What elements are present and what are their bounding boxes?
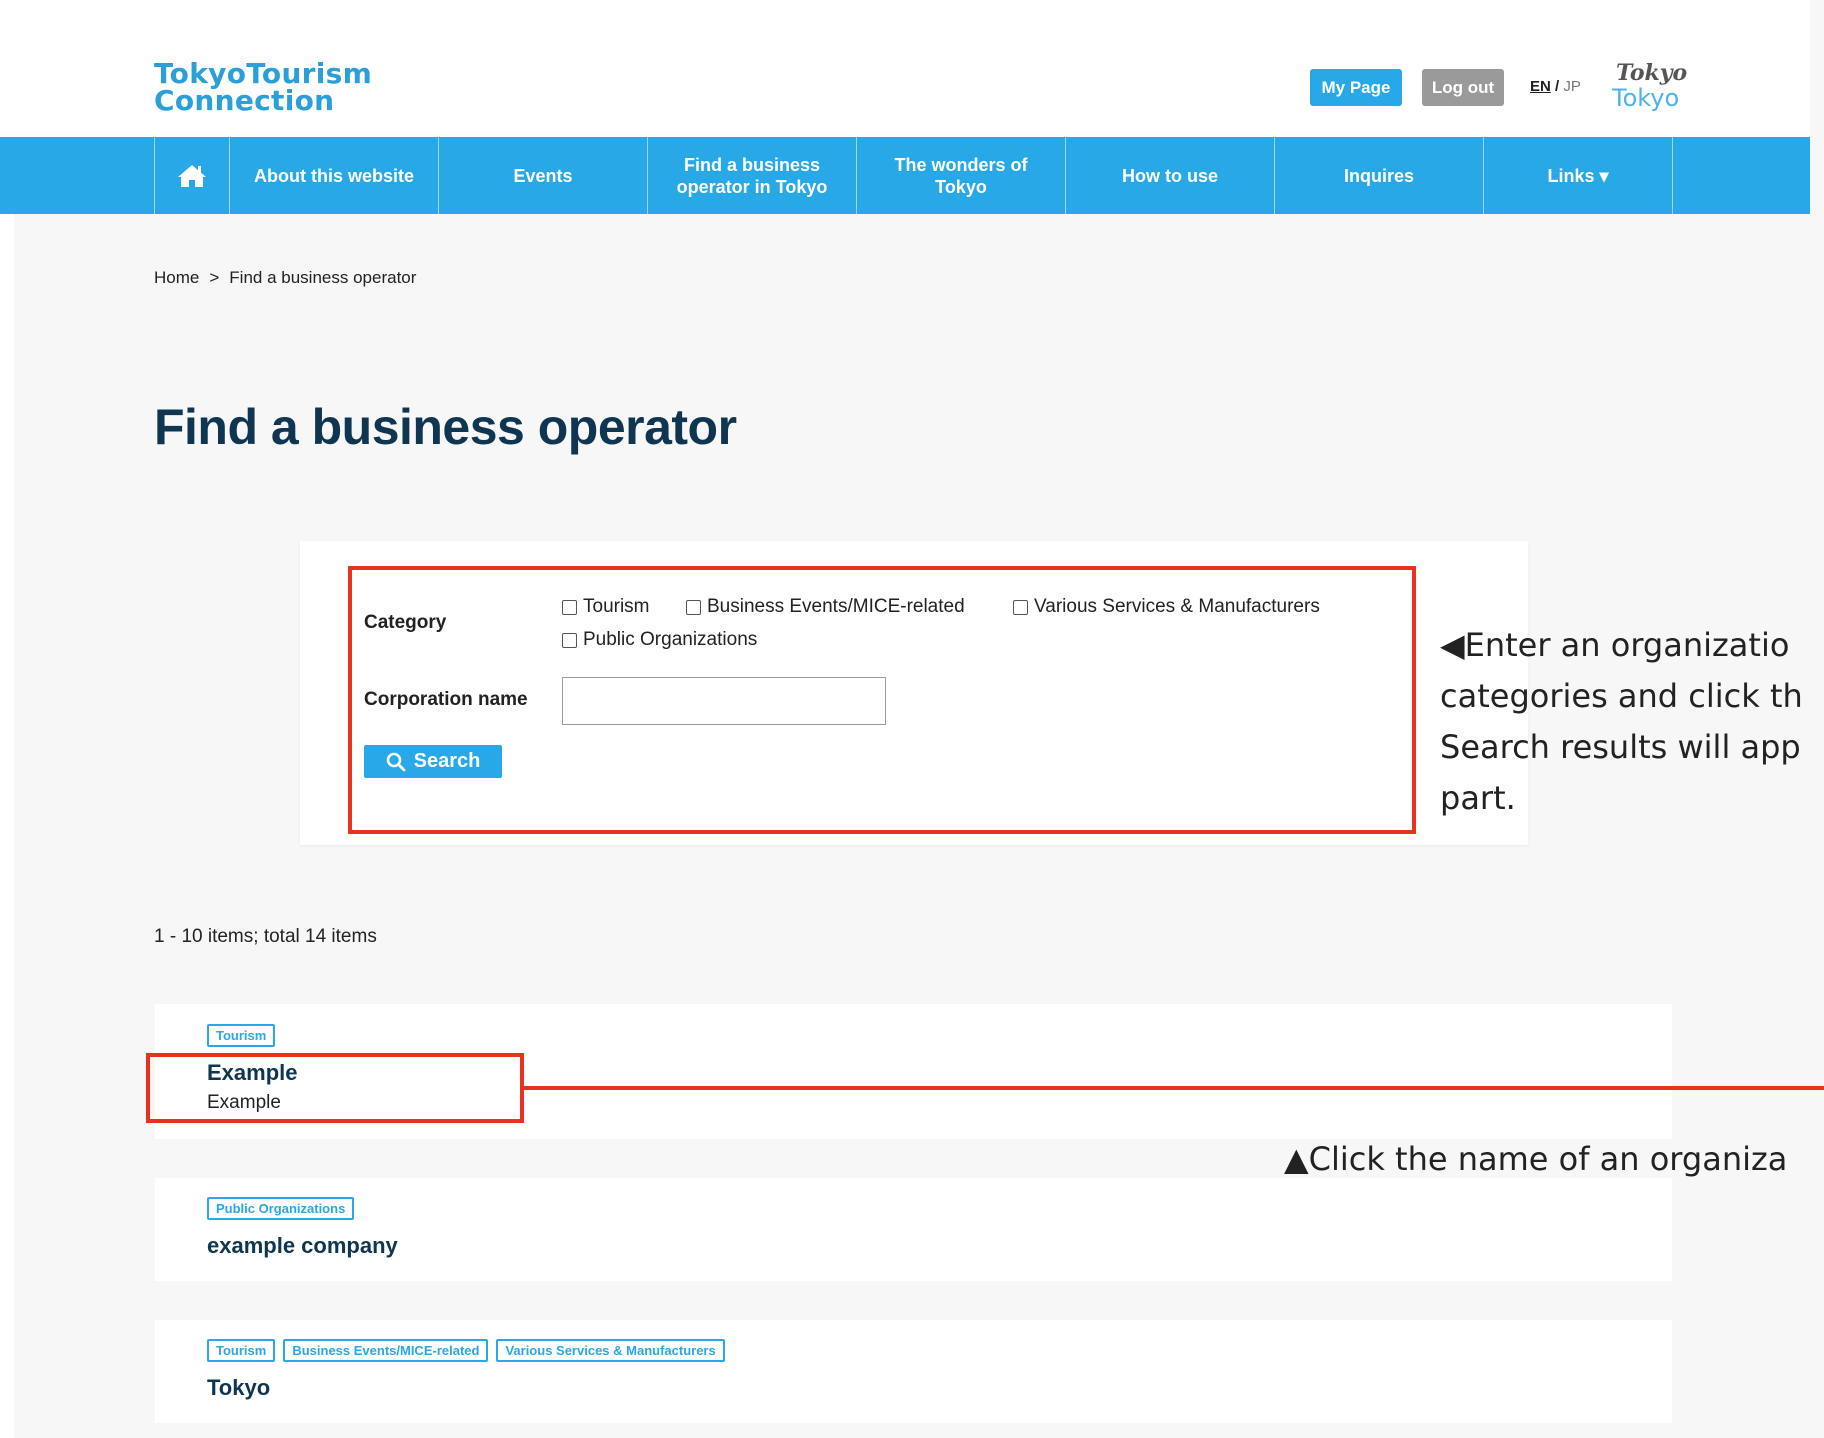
result-tags: Tourism Business Events/MICE-related Var… (207, 1339, 733, 1362)
result-card: Tourism Business Events/MICE-related Var… (155, 1320, 1672, 1423)
category-tag: Various Services & Manufacturers (496, 1339, 725, 1362)
category-checkbox-tourism[interactable]: Tourism (562, 596, 650, 618)
result-name-link[interactable]: Tokyo (207, 1375, 270, 1401)
lang-separator: / (1555, 78, 1560, 95)
nav-events[interactable]: Events (438, 137, 647, 214)
search-button[interactable]: Search (364, 745, 502, 778)
breadcrumb-separator: > (209, 268, 220, 287)
checkbox-label: Business Events/MICE-related (707, 596, 965, 617)
nav-inquires[interactable]: Inquires (1274, 137, 1483, 214)
checkbox-box[interactable] (562, 632, 577, 648)
log-out-button[interactable]: Log out (1422, 69, 1504, 106)
site-header: TokyoTourism Connection My Page Log out … (0, 0, 1810, 137)
nav-find-operator[interactable]: Find a business operator in Tokyo (647, 137, 856, 214)
category-tag: Public Organizations (207, 1197, 355, 1220)
corporation-name-input[interactable] (562, 677, 886, 725)
result-highlight-frame (146, 1053, 524, 1123)
result-card: Public Organizations example company (155, 1178, 1672, 1281)
my-page-button[interactable]: My Page (1310, 69, 1402, 106)
checkbox-label: Tourism (583, 596, 650, 617)
breadcrumb-home[interactable]: Home (154, 268, 199, 287)
home-icon (178, 164, 206, 187)
search-icon (386, 752, 406, 771)
nav-home[interactable] (154, 137, 229, 214)
nav-about[interactable]: About this website (229, 137, 438, 214)
search-help-annotation: ◀Enter an organizatio categories and cli… (1440, 626, 1803, 817)
checkbox-label: Public Organizations (583, 629, 758, 650)
tokyo-tokyo-logo: Tokyo Tokyo (1610, 60, 1687, 112)
category-checkbox-public[interactable]: Public Organizations (562, 629, 757, 651)
site-logo[interactable]: TokyoTourism Connection (154, 57, 373, 117)
annotation-connector-line (524, 1086, 1824, 1090)
checkbox-box[interactable] (562, 599, 577, 615)
nav-wonders[interactable]: The wonders of Tokyo (856, 137, 1065, 214)
category-checkbox-services[interactable]: Various Services & Manufacturers (1013, 596, 1320, 618)
category-checkbox-mice[interactable]: Business Events/MICE-related (686, 596, 965, 618)
checkbox-box[interactable] (1013, 599, 1028, 615)
language-switcher: EN / JP (1530, 78, 1581, 95)
breadcrumb: Home > Find a business operator (154, 268, 416, 288)
logo-line-2: Connection (154, 84, 335, 117)
breadcrumb-current: Find a business operator (229, 268, 417, 287)
search-button-label: Search (413, 750, 481, 772)
results-count: 1 - 10 items; total 14 items (154, 926, 377, 947)
logo-line-1: TokyoTourism (154, 57, 373, 90)
category-tag: Tourism (207, 1339, 276, 1362)
category-tag: Business Events/MICE-related (283, 1339, 489, 1362)
category-tag: Tourism (207, 1024, 276, 1047)
page-title: Find a business operator (154, 399, 737, 455)
checkbox-label: Various Services & Manufacturers (1034, 596, 1320, 617)
nav-links[interactable]: Links ▾ (1483, 137, 1672, 214)
result-tags: Public Organizations (207, 1197, 362, 1220)
tokyo-logo-text: Tokyo (1612, 84, 1680, 112)
lang-en-link[interactable]: EN (1530, 78, 1551, 95)
result-tags: Tourism (207, 1024, 283, 1047)
result-name-link[interactable]: example company (207, 1233, 398, 1259)
category-label: Category (364, 612, 447, 633)
nav-divider (1672, 137, 1673, 214)
main-nav: About this website Events Find a busines… (0, 137, 1810, 214)
nav-how-to-use[interactable]: How to use (1065, 137, 1274, 214)
checkbox-box[interactable] (686, 599, 701, 615)
tokyo-logo-script: Tokyo (1616, 60, 1688, 86)
lang-jp-link[interactable]: JP (1563, 78, 1581, 95)
corporation-name-label: Corporation name (364, 689, 528, 710)
result-help-annotation: ▲Click the name of an organiza (1284, 1140, 1788, 1178)
